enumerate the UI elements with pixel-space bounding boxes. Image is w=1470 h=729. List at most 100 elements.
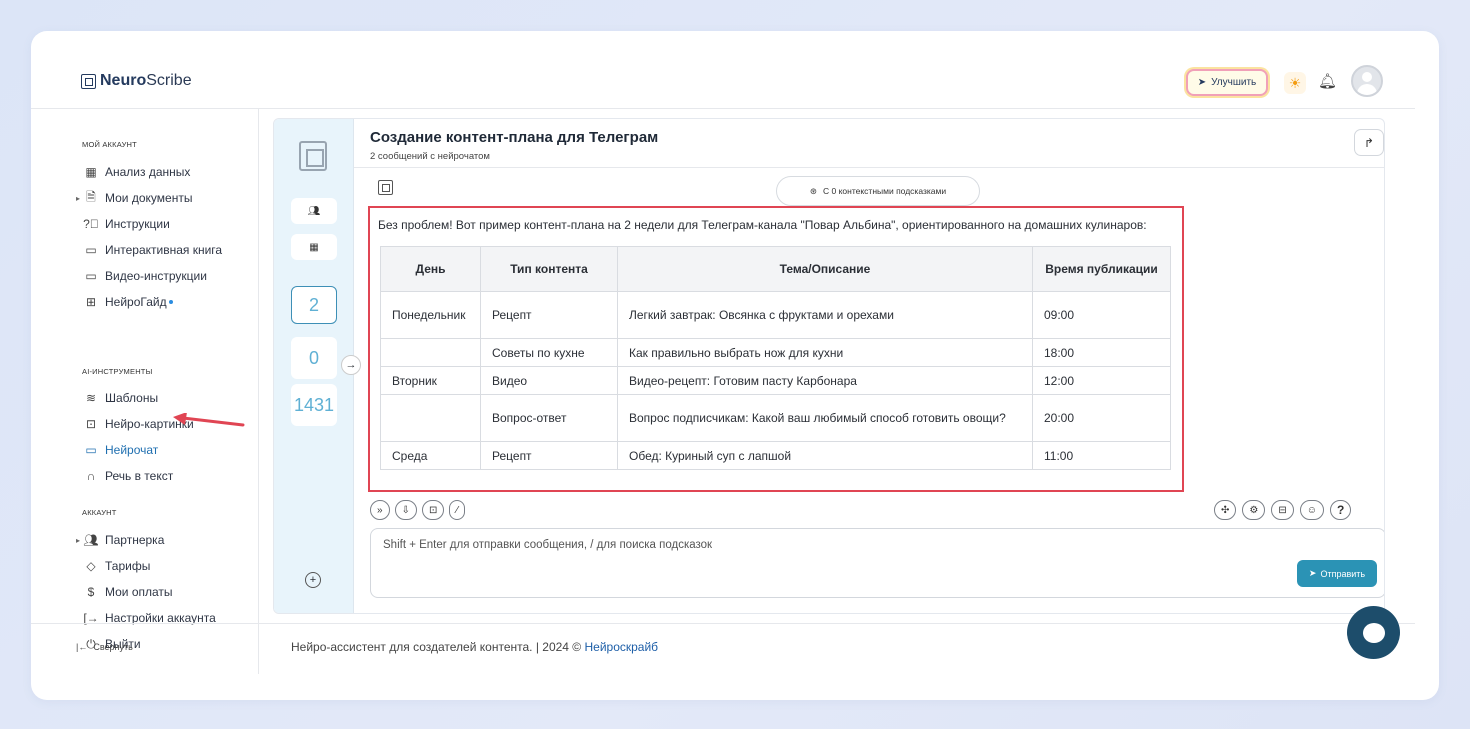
- footer-link[interactable]: Нейроскрайб: [584, 640, 658, 654]
- counter-selected[interactable]: 2: [291, 286, 337, 324]
- table-cell: Вопрос-ответ: [480, 394, 618, 442]
- table-header: Время публикации: [1032, 246, 1171, 292]
- logo[interactable]: Neuro Scribe: [81, 72, 192, 90]
- robot-icon: ☺: [1306, 504, 1317, 516]
- section-account: МОЙ АККАУНТ: [82, 140, 137, 149]
- chevrons-down-icon: »: [377, 504, 383, 516]
- upgrade-button[interactable]: ➤ Улучшить: [1186, 69, 1268, 96]
- video-icon: ▭: [85, 269, 97, 283]
- sidebar-item-label: Мои документы: [105, 191, 193, 205]
- sidebar-item-label: Партнерка: [105, 533, 165, 547]
- dollar-icon: $: [87, 585, 95, 599]
- plugin-button[interactable]: ✣: [1214, 500, 1237, 520]
- collapse-all-button[interactable]: »: [370, 500, 390, 520]
- apps-button[interactable]: ▦: [291, 234, 337, 260]
- table-cell: Среда: [380, 441, 481, 470]
- download-button[interactable]: ⇩: [394, 500, 417, 520]
- red-arrow-annotation: [173, 413, 245, 427]
- sidebar-item-templates[interactable]: ≋ Шаблоны: [82, 389, 158, 407]
- help-icon: ?⃝: [83, 217, 99, 231]
- users-icon: 👥︎: [307, 205, 321, 217]
- sidebar-item-label: Речь в текст: [105, 469, 174, 483]
- sidebar-item-neurochat[interactable]: ▭ Нейрочат: [82, 441, 158, 459]
- footer-text: Нейро-ассистент для создателей контента.…: [291, 640, 585, 654]
- help-button[interactable]: ?: [1329, 500, 1352, 520]
- context-pill-label: С 0 контекстными подсказками: [823, 186, 947, 196]
- message-intro: Без проблем! Вот пример контент-плана на…: [378, 218, 1147, 232]
- sidebar-item-data-analysis[interactable]: ▦ Анализ данных: [82, 163, 190, 181]
- puzzle-icon: ✣: [1221, 504, 1230, 516]
- table-cell: [380, 394, 481, 442]
- left-toolbar: » ⇩ ⊡ ⁄: [370, 500, 466, 520]
- sidebar-item-account-settings[interactable]: [→ Настройки аккаунта: [82, 609, 215, 627]
- sidebar-item-interactive-book[interactable]: ▭ Интерактивная книга: [82, 241, 222, 259]
- sidebar-item-label: Шаблоны: [105, 391, 159, 405]
- sidebar-item-neuroguide[interactable]: ⊞ НейроГайд: [82, 293, 173, 311]
- layout-icon: ⊟: [1278, 504, 1287, 516]
- grid-icon: ▦: [85, 165, 97, 179]
- settings-button[interactable]: ⚙: [1242, 500, 1266, 520]
- table-cell: Вторник: [380, 366, 481, 395]
- sidebar-item-payments[interactable]: $ Мои оплаты: [82, 583, 173, 601]
- send-label: Отправить: [1320, 568, 1366, 579]
- download-icon: ⇩: [401, 504, 410, 516]
- users-icon: 👥︎: [83, 533, 99, 547]
- table-cell: Как правильно выбрать нож для кухни: [617, 338, 1033, 367]
- sun-icon[interactable]: ☀: [1284, 72, 1306, 94]
- sidebar-item-label: НейроГайд: [105, 295, 167, 309]
- message-input[interactable]: Shift + Enter для отправки сообщения, / …: [370, 528, 1384, 598]
- share-button[interactable]: ↱: [1354, 129, 1384, 156]
- table-cell: Обед: Куриный суп с лапшой: [617, 441, 1033, 470]
- bell-icon[interactable]: 🔔︎: [1318, 72, 1337, 90]
- table-row: Вопрос-ответ Вопрос подписчикам: Какой в…: [380, 394, 1171, 442]
- collapse-button[interactable]: |← Свернуть: [76, 642, 133, 652]
- logo-rest: Scribe: [146, 72, 192, 89]
- table-cell: Рецепт: [480, 291, 618, 339]
- table-header-row: День Тип контента Тема/Описание Время пу…: [380, 246, 1171, 292]
- sidebar-item-tariffs[interactable]: ◇ Тарифы: [82, 557, 150, 575]
- wand-icon: ⁄: [456, 504, 459, 516]
- image-button[interactable]: ⊡: [421, 500, 445, 520]
- chat-subtitle: 2 сообщений с нейрочатом: [370, 151, 490, 162]
- template-button[interactable]: ⊟: [1271, 500, 1294, 520]
- grid-icon: ▦: [309, 241, 319, 253]
- sidebar-item-video-instructions[interactable]: ▭ Видео-инструкции: [82, 267, 207, 285]
- rocket-icon: ➤: [1197, 77, 1207, 88]
- sidebar-item-label: Интерактивная книга: [105, 243, 223, 257]
- table-cell: Видео: [480, 366, 618, 395]
- counter-3: 1431: [291, 384, 337, 426]
- table-header: День: [380, 246, 481, 292]
- table-row: Вторник Видео Видео-рецепт: Готовим паст…: [380, 366, 1171, 395]
- table-cell: 12:00: [1032, 366, 1171, 395]
- sidebar-item-label: Мои оплаты: [105, 585, 173, 599]
- layers-icon: ≋: [85, 391, 97, 405]
- sidebar-item-instructions[interactable]: ?⃝ Инструкции: [82, 215, 170, 233]
- book-icon: ▭: [85, 243, 97, 257]
- footer: Нейро-ассистент для создателей контента.…: [291, 640, 658, 654]
- section-account-2: АККАУНТ: [82, 508, 117, 517]
- chat-title: Создание контент-плана для Телеграм: [370, 129, 659, 146]
- expand-rail-button[interactable]: →: [341, 355, 361, 375]
- table-row: Среда Рецепт Обед: Куриный суп с лапшой …: [380, 441, 1171, 470]
- gear-icon: ⚙: [1249, 504, 1259, 516]
- table-header: Тема/Описание: [617, 246, 1033, 292]
- logo-bold: Neuro: [100, 72, 147, 89]
- caret-right-icon: ▸: [76, 193, 81, 203]
- send-button[interactable]: ➤ Отправить: [1297, 560, 1377, 587]
- top-bar: Neuro Scribe ➤ Улучшить ☀ 🔔︎: [31, 31, 1415, 109]
- sidebar-item-my-documents[interactable]: ▸ 🗎︎ Мои документы: [76, 189, 193, 207]
- bot-button[interactable]: ☺: [1299, 500, 1324, 520]
- users-button[interactable]: 👥︎: [291, 198, 337, 224]
- support-chat-button[interactable]: [1347, 606, 1400, 659]
- sidebar-item-speech-to-text[interactable]: ∩ Речь в текст: [82, 467, 174, 485]
- magic-button[interactable]: ⁄: [449, 500, 466, 520]
- brain-icon: ⊛: [809, 185, 818, 196]
- avatar[interactable]: [1351, 65, 1383, 97]
- assistant-avatar-icon: [378, 180, 393, 195]
- chat-icon: ▭: [85, 443, 97, 457]
- sidebar-item-partner[interactable]: ▸ 👥︎ Партнерка: [76, 531, 165, 549]
- section-ai-tools: AI-ИНСТРУМЕНТЫ: [82, 367, 153, 376]
- sidebar-item-label: Видео-инструкции: [105, 269, 207, 283]
- context-hints-pill[interactable]: ⊛ С 0 контекстными подсказками: [776, 176, 980, 206]
- add-chat-icon[interactable]: +: [305, 572, 321, 588]
